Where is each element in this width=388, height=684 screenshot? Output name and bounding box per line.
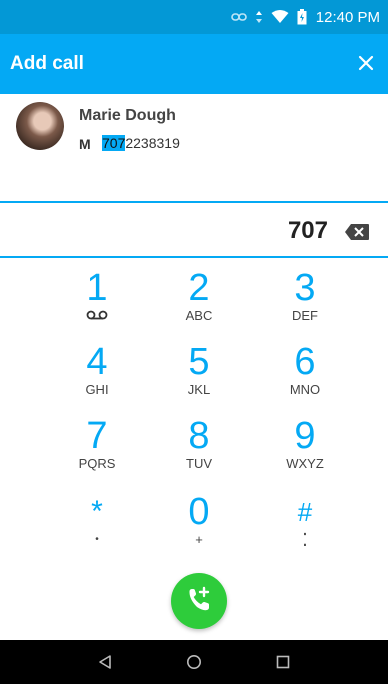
divider <box>0 256 388 258</box>
key-letters: DEF <box>292 308 318 323</box>
app-bar: Add call <box>0 34 388 94</box>
key-9[interactable]: 9 WXYZ <box>250 416 360 488</box>
key-digit: * <box>91 495 103 528</box>
key-digit: 7 <box>86 415 108 457</box>
status-time: 12:40 PM <box>315 8 380 26</box>
key-digit: 9 <box>294 415 316 457</box>
key-letters: JKL <box>187 382 211 397</box>
recents-icon[interactable] <box>271 650 295 674</box>
key-digit: 6 <box>294 341 316 383</box>
wifi-icon <box>271 10 289 24</box>
key-7[interactable]: 7 PQRS <box>42 416 152 488</box>
key-3[interactable]: 3 DEF <box>250 268 360 340</box>
add-call-icon <box>185 585 213 618</box>
page-title: Add call <box>10 53 84 74</box>
key-8[interactable]: 8 TUV <box>144 416 254 488</box>
key-letters: • <box>95 534 99 545</box>
contact-number: 7072238319 <box>102 135 180 151</box>
key-letters: ⁚ <box>302 530 308 550</box>
key-letters: TUV <box>186 456 212 471</box>
key-digit: # <box>297 497 313 527</box>
home-icon[interactable] <box>182 650 206 674</box>
key-0[interactable]: 0 + <box>144 492 254 564</box>
status-bar: 12:40 PM <box>0 0 388 34</box>
key-letters: + <box>195 532 203 547</box>
key-letters: WXYZ <box>286 456 324 471</box>
link-icon <box>230 12 247 22</box>
key-5[interactable]: 5 JKL <box>144 342 254 414</box>
battery-icon <box>297 9 307 25</box>
key-pound[interactable]: # ⁚ <box>250 492 360 564</box>
dial-input[interactable]: 707 <box>0 203 388 257</box>
backspace-icon[interactable] <box>344 223 370 241</box>
dialed-digits: 707 <box>287 217 328 244</box>
key-1[interactable]: 1 <box>42 268 152 340</box>
key-letters: GHI <box>85 382 109 397</box>
key-4[interactable]: 4 GHI <box>42 342 152 414</box>
contact-number-rest: 2238319 <box>125 135 180 151</box>
key-digit: 1 <box>86 267 108 309</box>
close-icon[interactable] <box>354 51 378 75</box>
key-digit: 3 <box>294 267 316 309</box>
key-digit: 8 <box>188 415 210 457</box>
key-star[interactable]: * • <box>42 492 152 564</box>
contact-number-type: M <box>79 136 91 152</box>
contact-name: Marie Dough <box>79 107 176 124</box>
contact-suggestion[interactable]: Marie Dough M 7072238319 <box>0 94 388 202</box>
key-letters: PQRS <box>78 456 116 471</box>
key-digit: 2 <box>188 267 210 309</box>
navigation-bar <box>0 640 388 684</box>
key-digit: 5 <box>188 341 210 383</box>
key-digit: 0 <box>188 491 210 533</box>
key-6[interactable]: 6 MNO <box>250 342 360 414</box>
avatar <box>16 102 64 150</box>
key-letters: ABC <box>185 308 213 323</box>
add-call-button[interactable] <box>171 573 227 629</box>
key-letters: MNO <box>289 382 321 397</box>
key-2[interactable]: 2 ABC <box>144 268 254 340</box>
key-digit: 4 <box>86 341 108 383</box>
contact-number-match: 707 <box>102 135 126 151</box>
voicemail-icon <box>42 308 152 324</box>
data-arrows-icon <box>255 10 263 24</box>
back-icon[interactable] <box>93 650 117 674</box>
